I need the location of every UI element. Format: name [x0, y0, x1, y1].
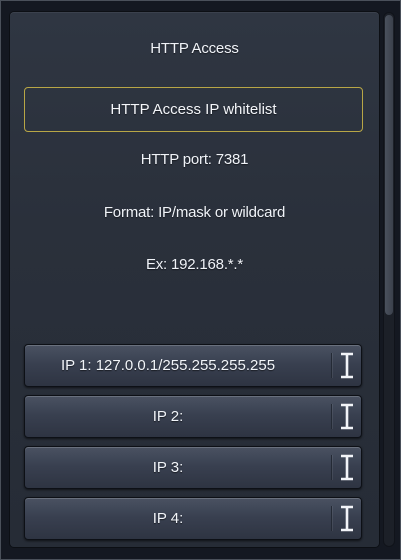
text-cursor-icon[interactable] [337, 453, 357, 482]
ip-2-field[interactable]: IP 2: [24, 395, 362, 438]
ip-3-label: IP 3: [152, 459, 184, 476]
ip-4-field[interactable]: IP 4: [24, 497, 362, 540]
scrollbar[interactable] [383, 12, 395, 547]
scrollbar-thumb[interactable] [385, 15, 393, 315]
field-divider [331, 506, 332, 531]
example-hint: Ex: 192.168.*.* [145, 256, 244, 273]
ip-1-field[interactable]: IP 1: 127.0.0.1/255.255.255.255 [24, 344, 362, 387]
text-cursor-icon[interactable] [337, 402, 357, 431]
ip-4-label: IP 4: [152, 510, 184, 527]
text-cursor-icon[interactable] [337, 504, 357, 533]
field-divider [331, 404, 332, 429]
field-divider [331, 353, 332, 378]
ip-1-label: IP 1: 127.0.0.1/255.255.255.255 [60, 357, 276, 374]
text-cursor-icon[interactable] [337, 351, 357, 380]
http-port-label: HTTP port: 7381 [140, 151, 249, 168]
ip-3-field[interactable]: IP 3: [24, 446, 362, 489]
page-title: HTTP Access [150, 40, 239, 57]
field-divider [331, 455, 332, 480]
format-hint: Format: IP/mask or wildcard [103, 204, 286, 221]
ip-2-label: IP 2: [152, 408, 184, 425]
http-access-ip-whitelist-header: HTTP Access IP whitelist [24, 87, 363, 132]
